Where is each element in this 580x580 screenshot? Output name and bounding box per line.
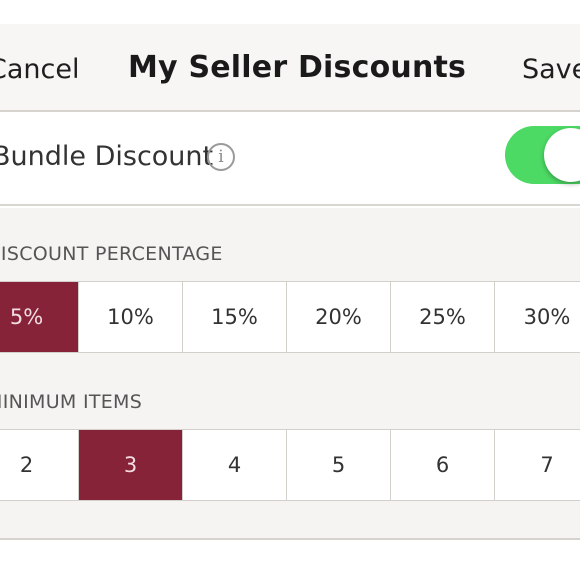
discount-percentage-options: 5% 10% 15% 20% 25% 30% [0,281,580,353]
page-title: My Seller Discounts [128,50,467,85]
min-items-option-6[interactable]: 6 [391,430,495,500]
min-items-option-5[interactable]: 5 [287,430,391,500]
bottom-area [0,542,580,580]
save-button[interactable]: Save [522,54,580,85]
nav-header: Cancel My Seller Discounts Save [0,24,580,112]
min-items-option-3[interactable]: 3 [79,430,183,500]
min-items-option-7[interactable]: 7 [495,430,580,500]
min-items-option-2[interactable]: 2 [0,430,79,500]
bundle-discount-row: Bundle Discount [0,112,580,206]
bundle-discount-label: Bundle Discount [0,141,214,172]
info-icon[interactable]: i [207,143,235,171]
seller-discounts-screen: Cancel My Seller Discounts Save Bundle D… [0,0,580,580]
discount-option-15[interactable]: 15% [183,282,287,352]
min-items-option-4[interactable]: 4 [183,430,287,500]
discount-option-25[interactable]: 25% [391,282,495,352]
discount-option-30[interactable]: 30% [495,282,580,352]
discount-option-10[interactable]: 10% [79,282,183,352]
minimum-items-label: MINIMUM ITEMS [0,391,143,413]
cancel-button[interactable]: Cancel [0,54,79,85]
discount-percentage-label: DISCOUNT PERCENTAGE [0,243,223,265]
discount-option-20[interactable]: 20% [287,282,391,352]
minimum-items-options: 2 3 4 5 6 7 [0,429,580,501]
discount-option-5[interactable]: 5% [0,282,79,352]
